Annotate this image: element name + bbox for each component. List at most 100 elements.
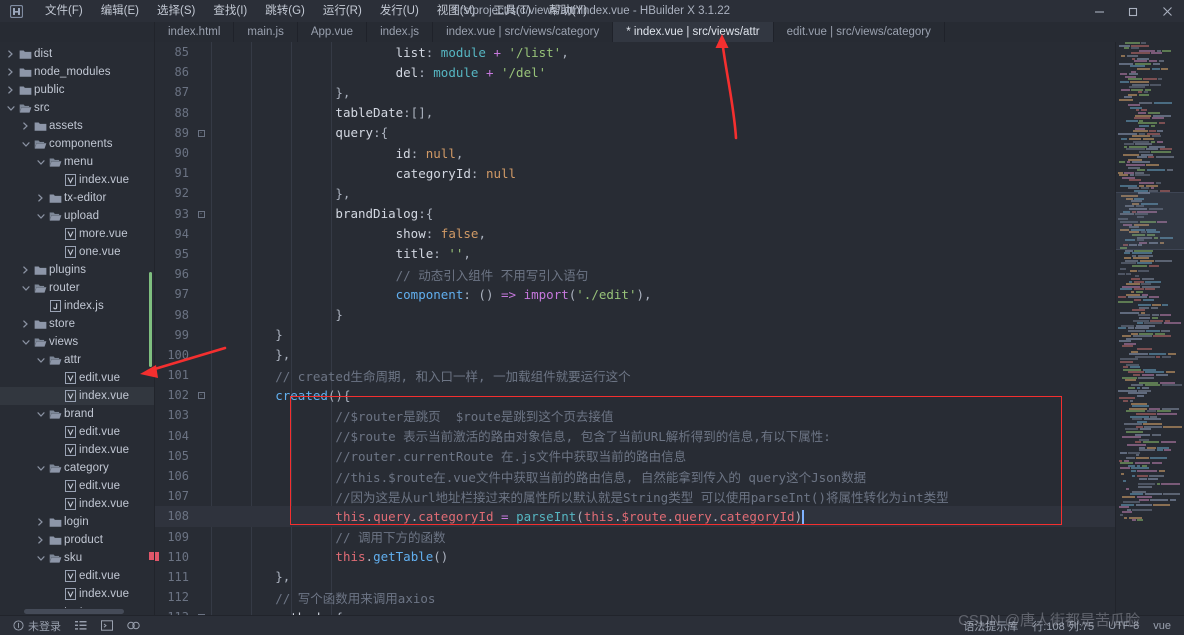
code-line[interactable]: 88 tableDate:[], bbox=[155, 103, 1115, 123]
code-line[interactable]: 111 }, bbox=[155, 567, 1115, 587]
tree-item-edit-vue[interactable]: edit.vue bbox=[0, 423, 154, 441]
fold-toggle-icon[interactable]: - bbox=[195, 123, 207, 143]
code-line[interactable]: 98 } bbox=[155, 304, 1115, 324]
tree-item-index-vue[interactable]: index.vue bbox=[0, 387, 154, 405]
tree-item-plugins[interactable]: plugins bbox=[0, 261, 154, 279]
editor-tab[interactable]: * index.vue | src/views/attr bbox=[613, 22, 774, 42]
tree-item-login[interactable]: login bbox=[0, 513, 154, 531]
code-editor[interactable]: 85 list: module + '/list', 86 del: module… bbox=[155, 42, 1115, 615]
editor-tab[interactable]: index.vue | src/views/category bbox=[433, 22, 614, 42]
code-line[interactable]: 102- created(){ bbox=[155, 385, 1115, 405]
restore-button[interactable] bbox=[1116, 0, 1150, 22]
chevron-down-icon[interactable] bbox=[34, 213, 47, 220]
minimize-button[interactable] bbox=[1082, 0, 1116, 22]
code-line[interactable]: 91 categoryId: null bbox=[155, 163, 1115, 183]
chevron-down-icon[interactable] bbox=[34, 159, 47, 166]
tree-item-edit-vue[interactable]: edit.vue bbox=[0, 369, 154, 387]
fold-toggle-icon[interactable]: - bbox=[195, 385, 207, 405]
code-line[interactable]: 86 del: module + '/del' bbox=[155, 62, 1115, 82]
chevron-right-icon[interactable] bbox=[19, 320, 32, 328]
menu-goto[interactable]: 跳转(G) bbox=[256, 0, 314, 22]
language-mode-selector[interactable]: vue bbox=[1146, 616, 1178, 635]
tree-item-edit-vue[interactable]: edit.vue bbox=[0, 567, 154, 585]
chevron-down-icon[interactable] bbox=[4, 105, 17, 112]
chevron-down-icon[interactable] bbox=[34, 411, 47, 418]
code-line[interactable]: 101 // created生命周期, 和入口一样, 一加载组件就要运行这个 bbox=[155, 365, 1115, 385]
tree-item-product[interactable]: product bbox=[0, 531, 154, 549]
editor-tab[interactable]: App.vue bbox=[297, 22, 368, 42]
code-line[interactable]: 105 //router.currentRoute 在.js文件中获取当前的路由… bbox=[155, 446, 1115, 466]
tree-item-more-vue[interactable]: more.vue bbox=[0, 225, 154, 243]
code-line[interactable]: 112 // 写个函数用来调用axios bbox=[155, 587, 1115, 607]
chevron-down-icon[interactable] bbox=[34, 357, 47, 364]
code-line[interactable]: 106 //this.$route在.vue文件中获取当前的路由信息, 自然能拿… bbox=[155, 466, 1115, 486]
tree-item-store[interactable]: store bbox=[0, 315, 154, 333]
chevron-right-icon[interactable] bbox=[19, 122, 32, 130]
fold-toggle-icon[interactable]: - bbox=[195, 204, 207, 224]
menu-file[interactable]: 文件(F) bbox=[36, 0, 92, 22]
tree-item-views[interactable]: views bbox=[0, 333, 154, 351]
chevron-down-icon[interactable] bbox=[19, 285, 32, 292]
tree-item-category[interactable]: category bbox=[0, 459, 154, 477]
tree-item-index-vue[interactable]: index.vue bbox=[0, 441, 154, 459]
encoding-selector[interactable]: UTF-8 bbox=[1101, 616, 1146, 635]
code-line[interactable]: 87 }, bbox=[155, 82, 1115, 102]
outline-toggle-button[interactable] bbox=[68, 616, 94, 635]
chevron-down-icon[interactable] bbox=[34, 555, 47, 562]
chevron-right-icon[interactable] bbox=[4, 68, 17, 76]
editor-tab[interactable]: main.js bbox=[234, 22, 298, 42]
tree-item-node-modules[interactable]: node_modules bbox=[0, 63, 154, 81]
chevron-right-icon[interactable] bbox=[19, 266, 32, 274]
code-line[interactable]: 99 } bbox=[155, 325, 1115, 345]
code-line[interactable]: 96 // 动态引入组件 不用写引入语句 bbox=[155, 264, 1115, 284]
terminal-toggle-button[interactable] bbox=[94, 616, 120, 635]
tree-item-assets[interactable]: assets bbox=[0, 117, 154, 135]
syntax-library-button[interactable]: 语法提示库 bbox=[956, 616, 1025, 635]
tree-item-one-vue[interactable]: one.vue bbox=[0, 243, 154, 261]
code-minimap[interactable] bbox=[1115, 42, 1184, 615]
tree-item-index-js[interactable]: index.js bbox=[0, 297, 154, 315]
tree-item-brand[interactable]: brand bbox=[0, 405, 154, 423]
tree-item-index-vue[interactable]: index.vue bbox=[0, 585, 154, 603]
close-button[interactable] bbox=[1150, 0, 1184, 22]
tree-item-dist[interactable]: dist bbox=[0, 45, 154, 63]
code-line[interactable]: 108 this.query.categoryId = parseInt(thi… bbox=[155, 506, 1115, 527]
menu-select[interactable]: 选择(S) bbox=[148, 0, 204, 22]
fold-toggle-icon[interactable]: - bbox=[195, 607, 207, 615]
code-line[interactable]: 92 }, bbox=[155, 183, 1115, 203]
code-line[interactable]: 89- query:{ bbox=[155, 123, 1115, 143]
chevron-down-icon[interactable] bbox=[19, 141, 32, 148]
tree-item-src[interactable]: src bbox=[0, 99, 154, 117]
menu-find[interactable]: 查找(I) bbox=[204, 0, 256, 22]
link-status-button[interactable] bbox=[120, 616, 147, 635]
tree-item-upload[interactable]: upload bbox=[0, 207, 154, 225]
code-line[interactable]: 103 //$router是跳页 $route是跳到这个页去接值 bbox=[155, 405, 1115, 425]
tree-horizontal-scrollbar[interactable] bbox=[0, 608, 154, 615]
menu-run[interactable]: 运行(R) bbox=[314, 0, 371, 22]
code-line[interactable]: 113- methods:{ bbox=[155, 607, 1115, 615]
code-line[interactable]: 110 this.getTable() bbox=[155, 547, 1115, 567]
code-line[interactable]: 109 // 调用下方的函数 bbox=[155, 527, 1115, 547]
chevron-right-icon[interactable] bbox=[4, 50, 17, 58]
login-status[interactable]: 未登录 bbox=[6, 616, 68, 635]
menu-view[interactable]: 视图(V) bbox=[428, 0, 484, 22]
code-line[interactable]: 85 list: module + '/list', bbox=[155, 42, 1115, 62]
editor-tab[interactable]: edit.vue | src/views/category bbox=[773, 22, 945, 42]
chevron-down-icon[interactable] bbox=[34, 465, 47, 472]
menu-tools[interactable]: 工具(T) bbox=[484, 0, 540, 22]
tree-item-public[interactable]: public bbox=[0, 81, 154, 99]
code-line[interactable]: 100 }, bbox=[155, 345, 1115, 365]
tree-item-attr[interactable]: attr bbox=[0, 351, 154, 369]
tree-item-sku[interactable]: sku bbox=[0, 549, 154, 567]
tree-item-edit-vue[interactable]: edit.vue bbox=[0, 477, 154, 495]
chevron-right-icon[interactable] bbox=[34, 518, 47, 526]
minimap-viewport[interactable] bbox=[1116, 192, 1184, 250]
menu-edit[interactable]: 编辑(E) bbox=[92, 0, 148, 22]
chevron-right-icon[interactable] bbox=[34, 536, 47, 544]
code-line[interactable]: 90 id: null, bbox=[155, 143, 1115, 163]
cursor-position[interactable]: 行:108 列:75 bbox=[1025, 616, 1101, 635]
tree-item-router[interactable]: router bbox=[0, 279, 154, 297]
tree-item-tx-editor[interactable]: tx-editor bbox=[0, 189, 154, 207]
menu-help[interactable]: 帮助(Y) bbox=[540, 0, 596, 22]
chevron-down-icon[interactable] bbox=[19, 339, 32, 346]
